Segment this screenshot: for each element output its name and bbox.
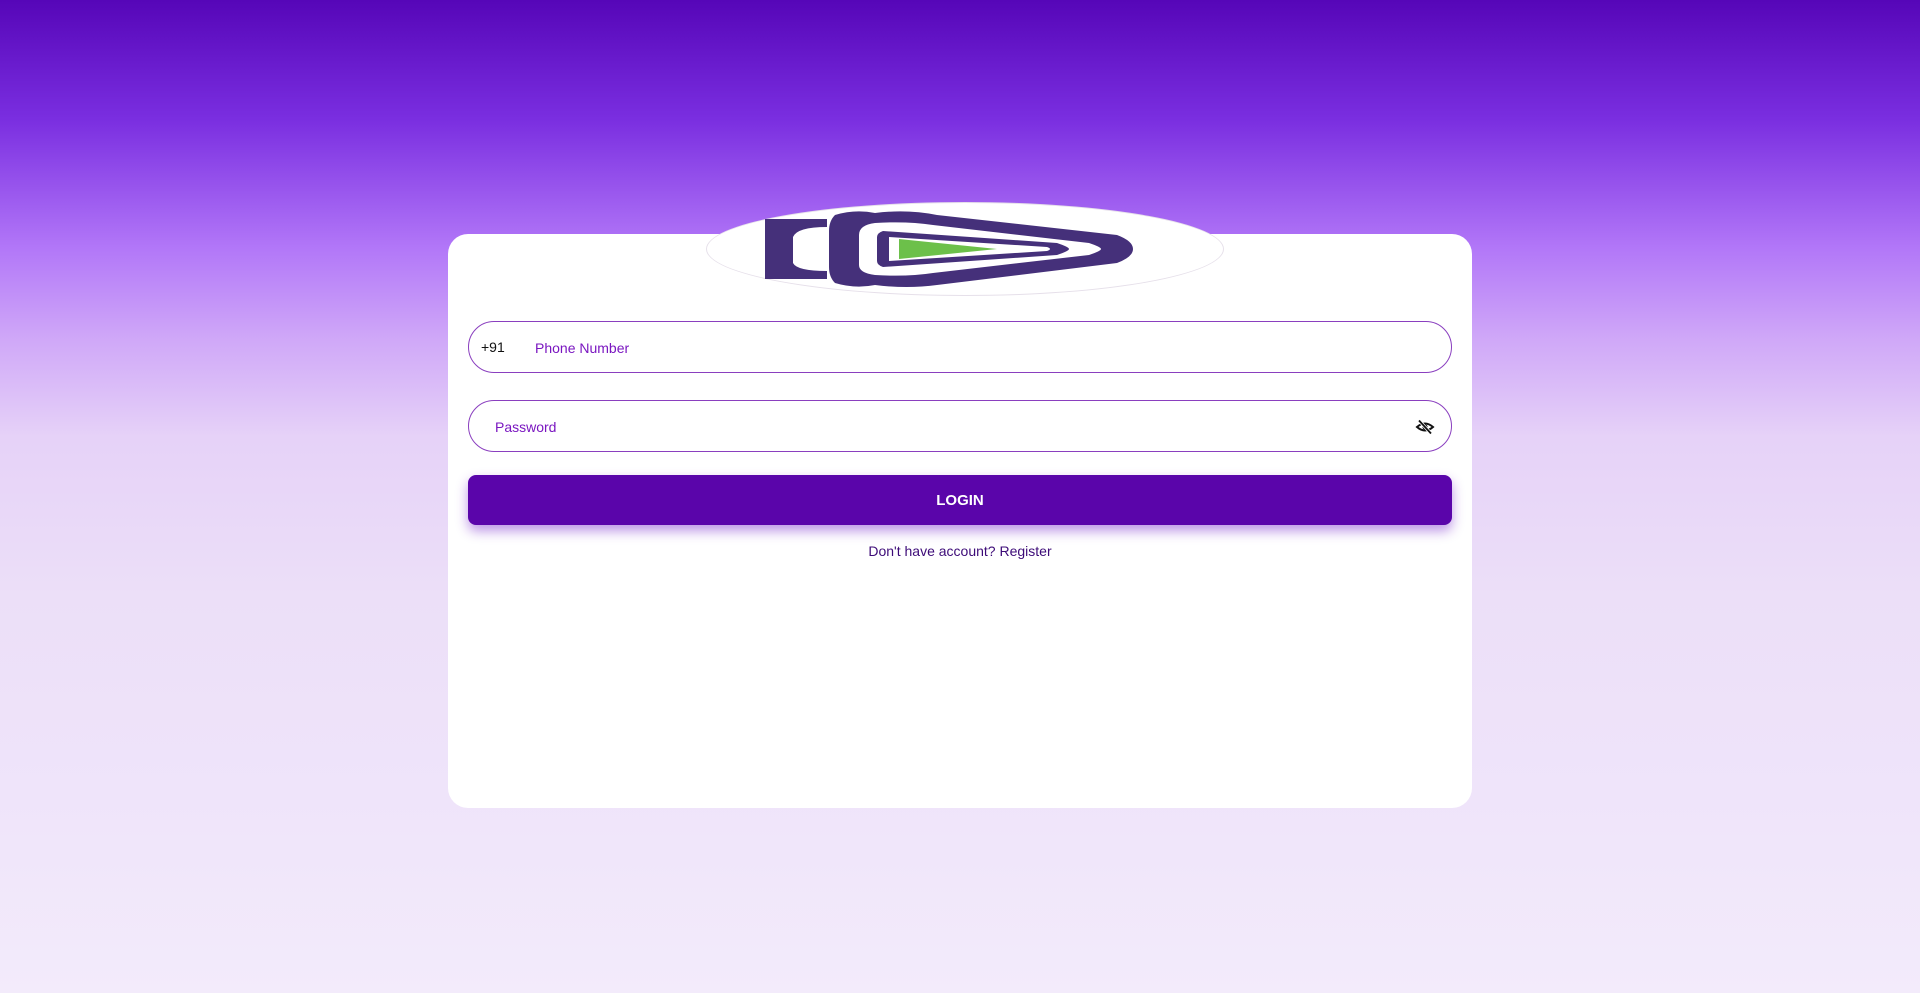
register-prompt: Don't have account? Register: [468, 543, 1452, 559]
register-prompt-text: Don't have account?: [868, 543, 996, 559]
password-field: [468, 400, 1452, 452]
country-code: +91: [481, 339, 505, 355]
phone-input[interactable]: [533, 337, 1417, 359]
logo-badge: [706, 202, 1224, 296]
login-button[interactable]: LOGIN: [468, 475, 1452, 525]
eye-slash-icon[interactable]: [1415, 417, 1435, 437]
brand-logo-icon: [765, 211, 1133, 287]
phone-field: +91: [468, 321, 1452, 373]
register-link[interactable]: Register: [999, 543, 1051, 559]
password-input[interactable]: [493, 416, 1397, 438]
